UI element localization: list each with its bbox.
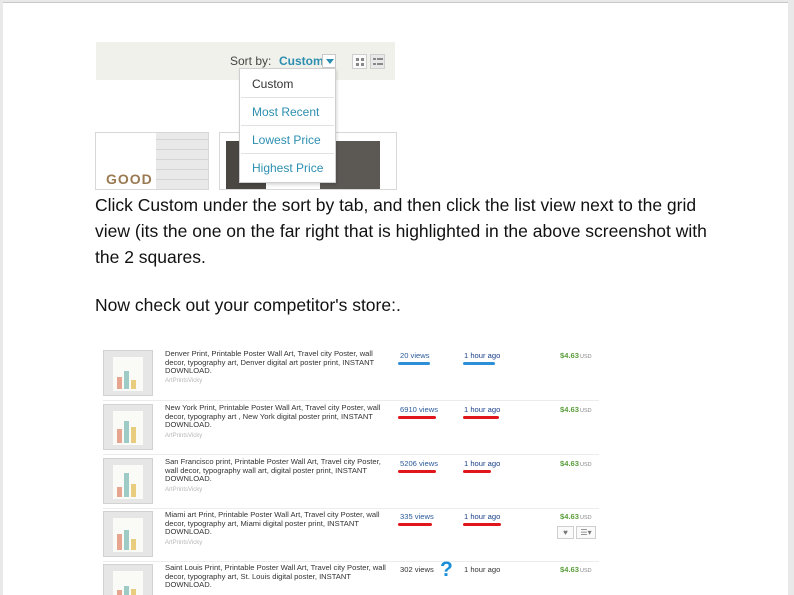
listing-time[interactable]: 1 hour ago [464, 512, 500, 521]
price-value: $4.63 [560, 459, 580, 468]
listing-views[interactable]: 335 views [400, 512, 434, 521]
grid-view-icon[interactable] [352, 54, 367, 69]
instruction-paragraph: Click Custom under the sort by tab, and … [95, 195, 707, 267]
table-row[interactable]: Denver Print, Printable Poster Wall Art,… [103, 349, 599, 401]
listing-views[interactable]: 5206 views [400, 459, 438, 468]
listing-title[interactable]: New York Print, Printable Poster Wall Ar… [165, 403, 389, 430]
price-value: $4.63 [560, 405, 580, 414]
listing-shop: ArtPrintsVicky [165, 487, 203, 493]
sort-selected-value[interactable]: Custom [279, 54, 324, 68]
time-underline [463, 523, 501, 526]
price-currency: USD [580, 408, 592, 414]
divider [103, 508, 599, 509]
views-underline [398, 416, 436, 419]
time-underline [463, 470, 491, 473]
list-view-icon[interactable] [370, 54, 385, 69]
table-row[interactable]: San Francisco print, Printable Poster Wa… [103, 457, 599, 509]
sort-label: Sort by: [230, 54, 272, 68]
divider [241, 125, 334, 126]
sort-option-highest-price[interactable]: Highest Price [252, 161, 332, 177]
table-row[interactable]: Miami art Print, Printable Poster Wall A… [103, 510, 599, 562]
views-underline [398, 362, 430, 365]
heart-icon[interactable]: ♥ [557, 526, 574, 539]
listing-time[interactable]: 1 hour ago [464, 351, 500, 360]
listing-price: $4.63USD [560, 565, 592, 574]
price-value: $4.63 [560, 351, 580, 360]
chevron-down-icon[interactable] [322, 54, 336, 68]
listing-time[interactable]: 1 hour ago [464, 405, 500, 414]
listing-shop: ArtPrintsVicky [165, 433, 203, 439]
listing-views[interactable]: 20 views [400, 351, 430, 360]
listing-title[interactable]: San Francisco print, Printable Poster Wa… [165, 457, 389, 484]
price-currency: USD [580, 568, 592, 574]
card-image-text: GOOD [106, 171, 153, 187]
divider [103, 454, 599, 455]
views-underline [398, 470, 436, 473]
listing-price: $4.63USD [560, 351, 592, 360]
instruction-paragraph: Now check out your competitor's store:. [95, 295, 401, 315]
listing-price: $4.63USD [560, 459, 592, 468]
listing-time[interactable]: 1 hour ago [464, 565, 500, 574]
question-mark-annotation: ? [440, 558, 453, 581]
listing-thumbnail [103, 350, 153, 396]
divider [103, 400, 599, 401]
listing-price: $4.63USD [560, 512, 592, 521]
sort-dropdown-menu: Custom Most Recent Lowest Price Highest … [239, 68, 336, 183]
brick-wall-image [156, 133, 208, 189]
page-top-border [3, 2, 788, 3]
product-card[interactable]: GOOD [95, 132, 209, 190]
listing-title[interactable]: Saint Louis Print, Printable Poster Wall… [165, 563, 389, 590]
table-row[interactable]: Saint Louis Print, Printable Poster Wall… [103, 558, 599, 595]
price-value: $4.63 [560, 512, 580, 521]
price-currency: USD [580, 462, 592, 468]
divider [241, 97, 334, 98]
listing-shop: ArtPrintsVicky [165, 378, 203, 384]
views-underline [398, 523, 432, 526]
listing-title[interactable]: Miami art Print, Printable Poster Wall A… [165, 510, 389, 537]
price-currency: USD [580, 515, 592, 521]
listing-thumbnail [103, 511, 153, 557]
price-currency: USD [580, 354, 592, 360]
time-underline [463, 416, 499, 419]
listing-shop: ArtPrintsVicky [165, 540, 203, 546]
divider [241, 153, 334, 154]
document-page: Sort by: Custom GOOD Custom Most Recent … [3, 2, 788, 595]
listing-thumbnail [103, 458, 153, 504]
price-value: $4.63 [560, 565, 580, 574]
listing-thumbnail [103, 404, 153, 450]
menu-icon[interactable]: ☰▾ [576, 526, 596, 539]
divider [103, 561, 599, 562]
listing-thumbnail [103, 564, 153, 595]
listing-price: $4.63USD [560, 405, 592, 414]
sort-option-most-recent[interactable]: Most Recent [252, 105, 332, 121]
sort-option-custom[interactable]: Custom [252, 77, 332, 93]
table-row[interactable]: New York Print, Printable Poster Wall Ar… [103, 403, 599, 455]
listing-time[interactable]: 1 hour ago [464, 459, 500, 468]
listing-views[interactable]: 302 views [400, 565, 434, 574]
listing-title[interactable]: Denver Print, Printable Poster Wall Art,… [165, 349, 389, 376]
time-underline [463, 362, 495, 365]
sort-option-lowest-price[interactable]: Lowest Price [252, 133, 332, 149]
listing-views[interactable]: 6910 views [400, 405, 438, 414]
